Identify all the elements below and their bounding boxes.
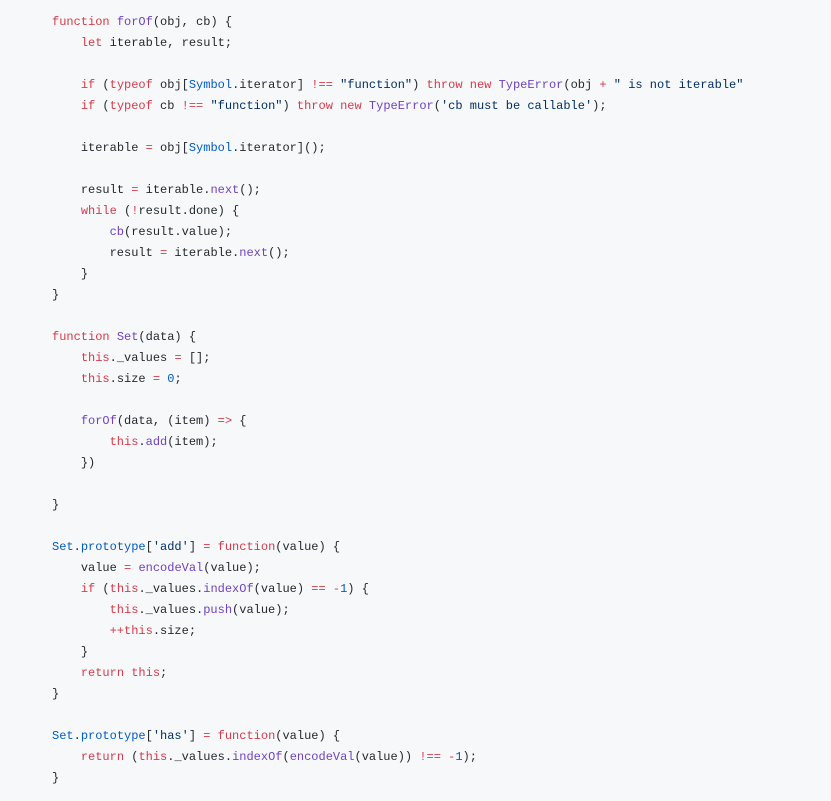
code-line: let iterable, result;	[52, 36, 232, 50]
code-line: if (typeof obj[Symbol.iterator] !== "fun…	[52, 78, 743, 92]
code-line: result = iterable.next();	[52, 246, 290, 260]
code-block: function forOf(obj, cb) { let iterable, …	[0, 0, 831, 801]
code-line: return this;	[52, 666, 167, 680]
code-line: this.size = 0;	[52, 372, 182, 386]
code-line: }	[52, 771, 59, 785]
code-line: while (!result.done) {	[52, 204, 239, 218]
code-line: result = iterable.next();	[52, 183, 261, 197]
code-line: }	[52, 645, 88, 659]
code-line: }	[52, 267, 88, 281]
code-line: if (typeof cb !== "function") throw new …	[52, 99, 607, 113]
code-line: value = encodeVal(value);	[52, 561, 261, 575]
code-line: return (this._values.indexOf(encodeVal(v…	[52, 750, 477, 764]
code-line: function Set(data) {	[52, 330, 196, 344]
code-line: forOf(data, (item) => {	[52, 414, 246, 428]
code-line: }	[52, 687, 59, 701]
code-line: }	[52, 498, 59, 512]
code-line: if (this._values.indexOf(value) == -1) {	[52, 582, 369, 596]
code-line: iterable = obj[Symbol.iterator]();	[52, 141, 326, 155]
code-line: Set.prototype['has'] = function(value) {	[52, 729, 340, 743]
code-line: cb(result.value);	[52, 225, 232, 239]
code-line: })	[52, 456, 95, 470]
code-line: }	[52, 288, 59, 302]
code-line: Set.prototype['add'] = function(value) {	[52, 540, 340, 554]
code-line: this._values.push(value);	[52, 603, 290, 617]
code-line: this.add(item);	[52, 435, 218, 449]
code-line: function forOf(obj, cb) {	[52, 15, 232, 29]
code-line: this._values = [];	[52, 351, 210, 365]
code-line: ++this.size;	[52, 624, 196, 638]
